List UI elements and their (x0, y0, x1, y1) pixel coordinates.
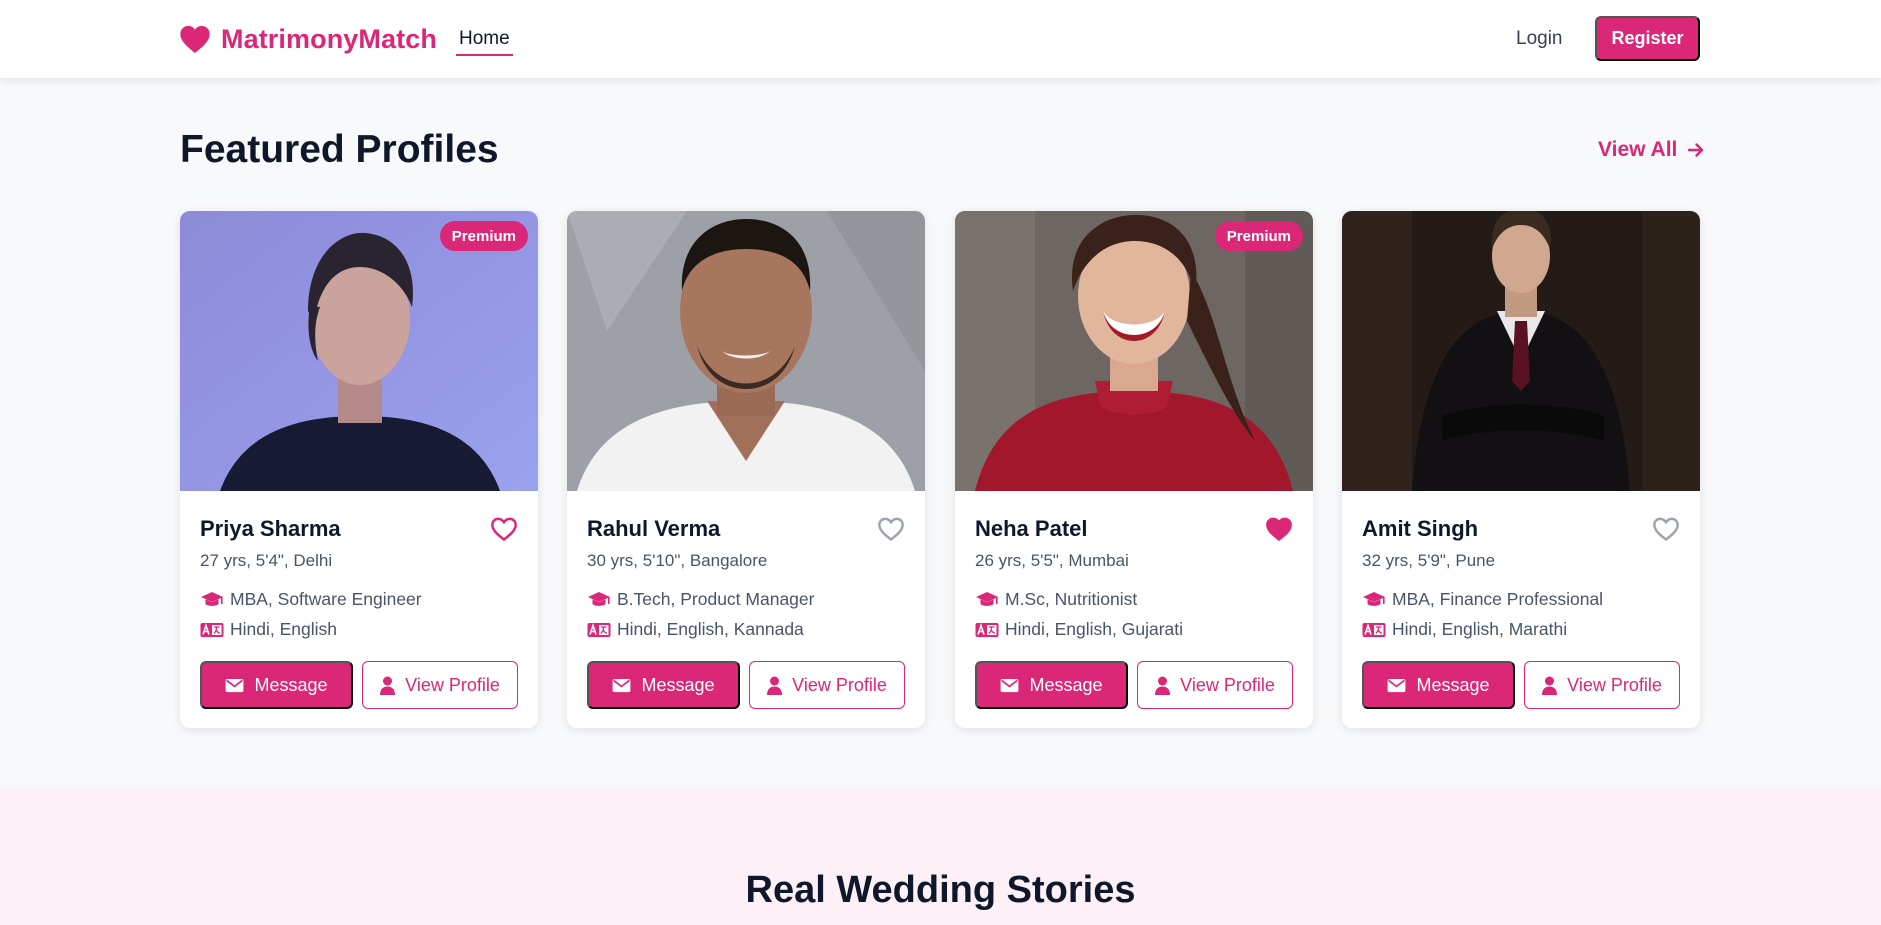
heart-icon[interactable] (877, 516, 905, 542)
profile-languages: Hindi, English, Kannada (587, 619, 804, 640)
login-link[interactable]: Login (1516, 28, 1563, 50)
graduation-cap-icon (1362, 591, 1386, 609)
message-button[interactable]: Message (200, 661, 353, 709)
graduation-cap-icon (587, 591, 611, 609)
view-profile-label: View Profile (792, 674, 887, 695)
profile-education: M.Sc, Nutritionist (975, 589, 1137, 610)
language-icon (587, 621, 611, 639)
message-label: Message (254, 674, 328, 695)
profile-meta: 26 yrs, 5'5", Mumbai (975, 551, 1129, 570)
profile-languages: Hindi, English (200, 619, 337, 640)
user-icon (1542, 676, 1558, 695)
view-profile-label: View Profile (1567, 674, 1662, 695)
profile-name: Priya Sharma (200, 516, 341, 541)
language-icon (975, 621, 999, 639)
graduation-cap-icon (200, 591, 224, 609)
profile-photo[interactable] (1342, 211, 1700, 491)
profile-card: Rahul Verma 30 yrs, 5'10", Bangalore B.T… (567, 211, 925, 728)
view-profile-button[interactable]: View Profile (1137, 661, 1293, 709)
languages-text: Hindi, English, Marathi (1392, 619, 1568, 639)
view-all-link[interactable]: View All (1598, 138, 1705, 162)
languages-text: Hindi, English, Gujarati (1005, 619, 1183, 639)
view-profile-label: View Profile (405, 674, 500, 695)
profile-photo[interactable] (567, 211, 925, 491)
profile-photo[interactable] (180, 211, 538, 491)
heart-icon (180, 25, 210, 53)
education-text: MBA, Finance Professional (1392, 589, 1604, 609)
profile-card: Premium Neha Patel 26 yrs, 5'5", Mumbai … (955, 211, 1313, 728)
heart-icon[interactable] (490, 516, 518, 542)
graduation-cap-icon (975, 591, 999, 609)
profile-meta: 27 yrs, 5'4", Delhi (200, 551, 333, 570)
user-icon (380, 676, 396, 695)
view-profile-button[interactable]: View Profile (1524, 661, 1680, 709)
envelope-icon (613, 678, 631, 692)
wedding-stories-heading: Real Wedding Stories (745, 869, 1136, 911)
register-button[interactable]: Register (1595, 16, 1700, 61)
message-label: Message (641, 674, 715, 695)
profile-card: Premium Priya Sharma 27 yrs, 5'4", Delhi… (180, 211, 538, 728)
message-button[interactable]: Message (587, 661, 740, 709)
envelope-icon (226, 678, 244, 692)
wedding-stories-section: Real Wedding Stories (0, 787, 1881, 925)
education-text: M.Sc, Nutritionist (1005, 589, 1138, 609)
view-profile-label: View Profile (1180, 674, 1275, 695)
premium-badge: Premium (1214, 221, 1303, 251)
profile-languages: Hindi, English, Gujarati (975, 619, 1183, 640)
featured-profiles-heading: Featured Profiles (180, 128, 499, 171)
profile-card: Amit Singh 32 yrs, 5'9", Pune MBA, Finan… (1342, 211, 1700, 728)
message-label: Message (1029, 674, 1103, 695)
profile-education: MBA, Software Engineer (200, 589, 422, 610)
brand-name: MatrimonyMatch (221, 23, 437, 54)
message-label: Message (1416, 674, 1490, 695)
profile-meta: 30 yrs, 5'10", Bangalore (587, 551, 768, 570)
profile-languages: Hindi, English, Marathi (1362, 619, 1567, 640)
profile-education: B.Tech, Product Manager (587, 589, 814, 610)
arrow-right-icon (1688, 143, 1704, 157)
education-text: MBA, Software Engineer (230, 589, 422, 609)
profile-education: MBA, Finance Professional (1362, 589, 1603, 610)
view-all-label: View All (1598, 138, 1678, 161)
message-button[interactable]: Message (975, 661, 1128, 709)
view-profile-button[interactable]: View Profile (362, 661, 518, 709)
envelope-icon (1001, 678, 1019, 692)
premium-badge: Premium (439, 221, 528, 251)
user-icon (1155, 676, 1171, 695)
profile-photo[interactable] (955, 211, 1313, 491)
language-icon (200, 621, 224, 639)
nav-link-home[interactable]: Home (456, 28, 513, 56)
languages-text: Hindi, English, Kannada (617, 619, 804, 639)
languages-text: Hindi, English (230, 619, 337, 639)
user-icon (767, 676, 783, 695)
language-icon (1362, 621, 1386, 639)
brand-logo[interactable]: MatrimonyMatch (179, 22, 437, 56)
profile-name: Neha Patel (975, 516, 1088, 541)
message-button[interactable]: Message (1362, 661, 1515, 709)
heart-icon[interactable] (1652, 516, 1680, 542)
profile-name: Rahul Verma (587, 516, 721, 541)
profile-name: Amit Singh (1362, 516, 1479, 541)
profile-meta: 32 yrs, 5'9", Pune (1362, 551, 1496, 570)
education-text: B.Tech, Product Manager (617, 589, 815, 609)
envelope-icon (1388, 678, 1406, 692)
view-profile-button[interactable]: View Profile (749, 661, 905, 709)
top-navbar: MatrimonyMatch Home Login Register (0, 0, 1881, 78)
heart-icon[interactable] (1265, 516, 1293, 542)
